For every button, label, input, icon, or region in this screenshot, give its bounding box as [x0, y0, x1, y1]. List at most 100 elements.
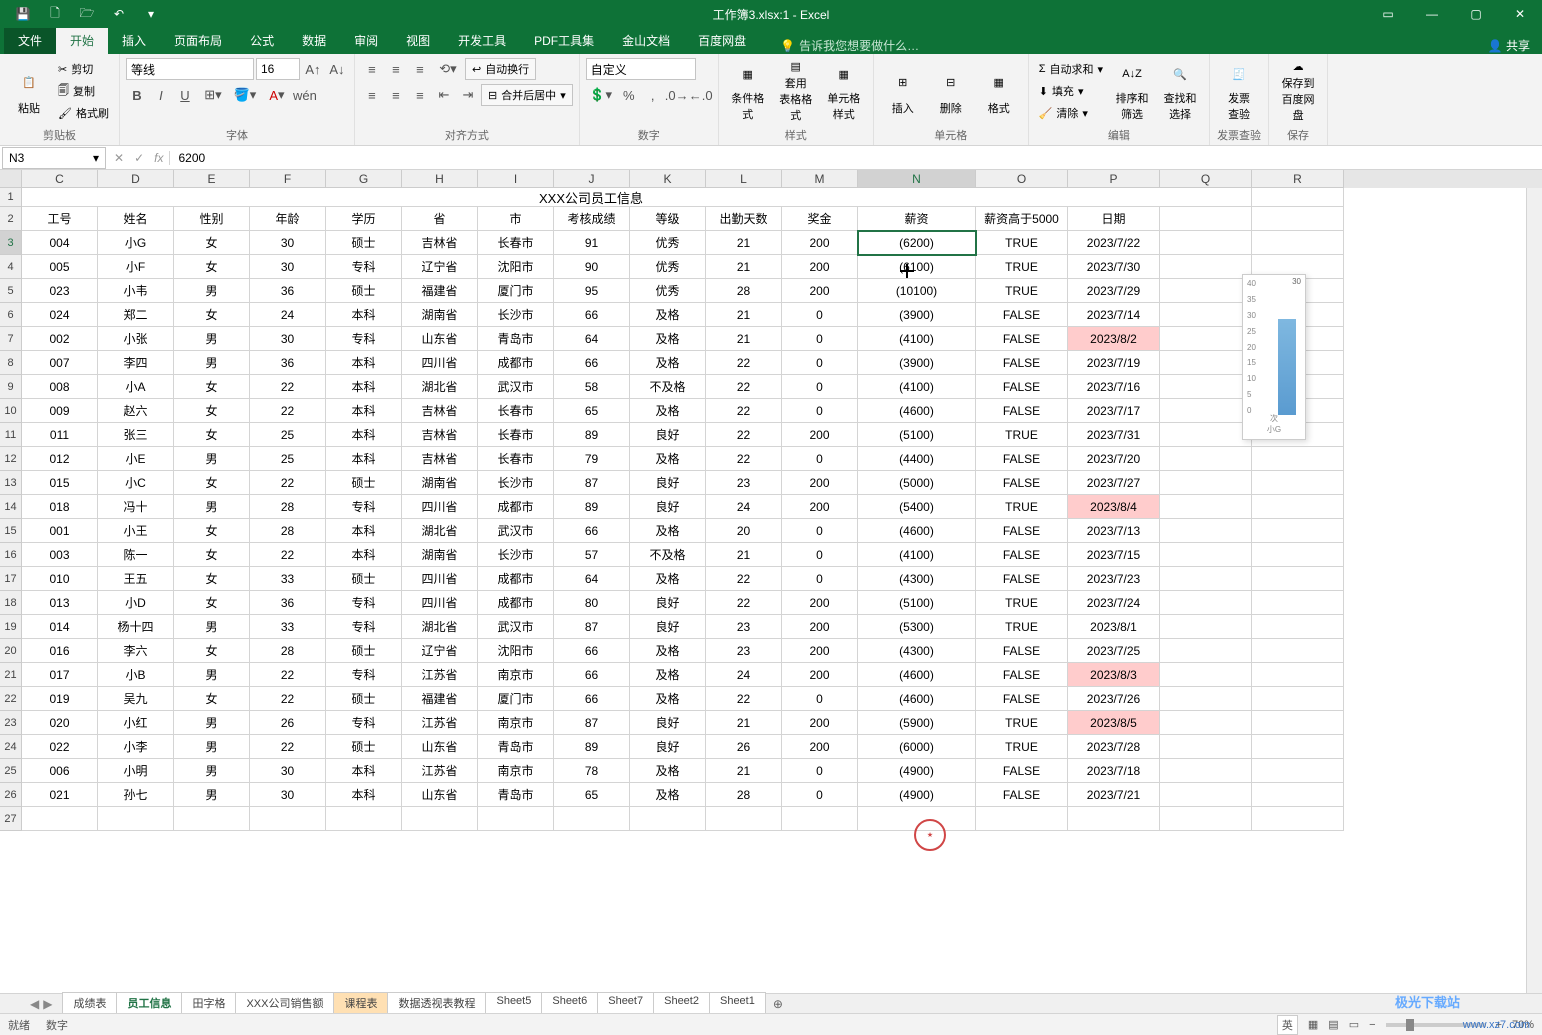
cell[interactable]	[1252, 639, 1344, 663]
minimize-icon[interactable]: —	[1410, 0, 1454, 28]
cell[interactable]	[98, 807, 174, 831]
data-cell[interactable]: 66	[554, 639, 630, 663]
cell[interactable]	[174, 807, 250, 831]
cell[interactable]	[1160, 351, 1252, 375]
italic-button[interactable]: I	[150, 84, 172, 106]
merged-title-cell[interactable]: XXX公司员工信息	[22, 188, 1160, 207]
grid-body[interactable]: 1XXX公司员工信息2工号姓名性别年龄学历省市考核成绩等级出勤天数奖金薪资薪资高…	[0, 188, 1542, 831]
cell[interactable]	[1160, 279, 1252, 303]
data-cell[interactable]: 女	[174, 399, 250, 423]
sheet-tab[interactable]: 田字格	[181, 992, 236, 1015]
data-cell[interactable]: 长春市	[478, 399, 554, 423]
data-cell[interactable]: 2023/7/21	[1068, 783, 1160, 807]
cell[interactable]	[1252, 207, 1344, 231]
column-header[interactable]: P	[1068, 170, 1160, 188]
data-cell[interactable]: 200	[782, 279, 858, 303]
data-cell[interactable]: 福建省	[402, 687, 478, 711]
sheet-tab[interactable]: 员工信息	[116, 992, 182, 1015]
tab-data[interactable]: 数据	[288, 27, 340, 54]
header-cell[interactable]: 市	[478, 207, 554, 231]
data-cell[interactable]: 及格	[630, 639, 706, 663]
data-cell[interactable]: 四川省	[402, 351, 478, 375]
data-cell[interactable]: 辽宁省	[402, 639, 478, 663]
align-left-icon[interactable]: ≡	[361, 84, 383, 106]
cell[interactable]	[1160, 255, 1252, 279]
data-cell[interactable]: 66	[554, 519, 630, 543]
data-cell[interactable]: 2023/7/24	[1068, 591, 1160, 615]
cell[interactable]	[1252, 615, 1344, 639]
data-cell[interactable]: 女	[174, 639, 250, 663]
data-cell[interactable]: 2023/7/16	[1068, 375, 1160, 399]
header-cell[interactable]: 年龄	[250, 207, 326, 231]
data-cell[interactable]: 山东省	[402, 735, 478, 759]
data-cell[interactable]: 004	[22, 231, 98, 255]
row-header[interactable]: 14	[0, 495, 22, 519]
data-cell[interactable]: TRUE	[976, 711, 1068, 735]
wrap-text-button[interactable]: ↩自动换行	[465, 58, 536, 80]
column-header[interactable]: F	[250, 170, 326, 188]
data-cell[interactable]: 女	[174, 543, 250, 567]
cell[interactable]	[1160, 447, 1252, 471]
increase-font-icon[interactable]: A↑	[302, 58, 324, 80]
sheet-tab[interactable]: Sheet1	[709, 992, 766, 1015]
close-icon[interactable]: ✕	[1498, 0, 1542, 28]
data-cell[interactable]: 36	[250, 279, 326, 303]
data-cell[interactable]: 24	[250, 303, 326, 327]
data-cell[interactable]: 0	[782, 303, 858, 327]
cell[interactable]	[1160, 231, 1252, 255]
tab-layout[interactable]: 页面布局	[160, 27, 236, 54]
cell[interactable]	[1160, 543, 1252, 567]
data-cell[interactable]: 21	[706, 231, 782, 255]
data-cell[interactable]: 成都市	[478, 495, 554, 519]
cut-button[interactable]: ✂剪切	[54, 58, 113, 80]
data-cell[interactable]: 女	[174, 591, 250, 615]
new-icon[interactable]: 🗋	[40, 1, 70, 27]
format-cells-button[interactable]: ▦格式	[976, 58, 1022, 124]
data-cell[interactable]: 良好	[630, 615, 706, 639]
row-header[interactable]: 25	[0, 759, 22, 783]
data-cell[interactable]: 200	[782, 495, 858, 519]
data-cell[interactable]: 山东省	[402, 783, 478, 807]
tab-pdf[interactable]: PDF工具集	[520, 27, 608, 54]
share-button[interactable]: 👤 共享	[1488, 37, 1530, 54]
cell[interactable]	[1160, 423, 1252, 447]
data-cell[interactable]: 硕士	[326, 687, 402, 711]
data-cell[interactable]: 青岛市	[478, 783, 554, 807]
data-cell[interactable]: 66	[554, 303, 630, 327]
data-cell[interactable]: 小C	[98, 471, 174, 495]
header-cell[interactable]: 出勤天数	[706, 207, 782, 231]
data-cell[interactable]: 小G	[98, 231, 174, 255]
data-cell[interactable]: 优秀	[630, 255, 706, 279]
data-cell[interactable]: 男	[174, 279, 250, 303]
data-cell[interactable]: 0	[782, 399, 858, 423]
data-cell[interactable]: 本科	[326, 447, 402, 471]
data-cell[interactable]: (6000)	[858, 735, 976, 759]
data-cell[interactable]: 长春市	[478, 423, 554, 447]
data-cell[interactable]: 2023/7/27	[1068, 471, 1160, 495]
column-header[interactable]: M	[782, 170, 858, 188]
cell[interactable]	[1068, 807, 1160, 831]
data-cell[interactable]: 郑二	[98, 303, 174, 327]
cell[interactable]	[1160, 495, 1252, 519]
data-cell[interactable]: 硕士	[326, 231, 402, 255]
cell[interactable]	[1252, 663, 1344, 687]
header-cell[interactable]: 考核成绩	[554, 207, 630, 231]
data-cell[interactable]: 200	[782, 231, 858, 255]
data-cell[interactable]: 200	[782, 471, 858, 495]
data-cell[interactable]: 及格	[630, 351, 706, 375]
data-cell[interactable]: 009	[22, 399, 98, 423]
data-cell[interactable]: (4600)	[858, 399, 976, 423]
prev-sheet-icon[interactable]: ◀	[30, 997, 39, 1011]
data-cell[interactable]: 本科	[326, 543, 402, 567]
data-cell[interactable]: FALSE	[976, 567, 1068, 591]
data-cell[interactable]: 成都市	[478, 351, 554, 375]
data-cell[interactable]: TRUE	[976, 591, 1068, 615]
data-cell[interactable]: 山东省	[402, 327, 478, 351]
data-cell[interactable]: 22	[706, 375, 782, 399]
cell[interactable]	[1252, 543, 1344, 567]
cell[interactable]	[1160, 759, 1252, 783]
data-cell[interactable]: 青岛市	[478, 327, 554, 351]
data-cell[interactable]: 22	[250, 543, 326, 567]
data-cell[interactable]: 良好	[630, 711, 706, 735]
column-header[interactable]: J	[554, 170, 630, 188]
